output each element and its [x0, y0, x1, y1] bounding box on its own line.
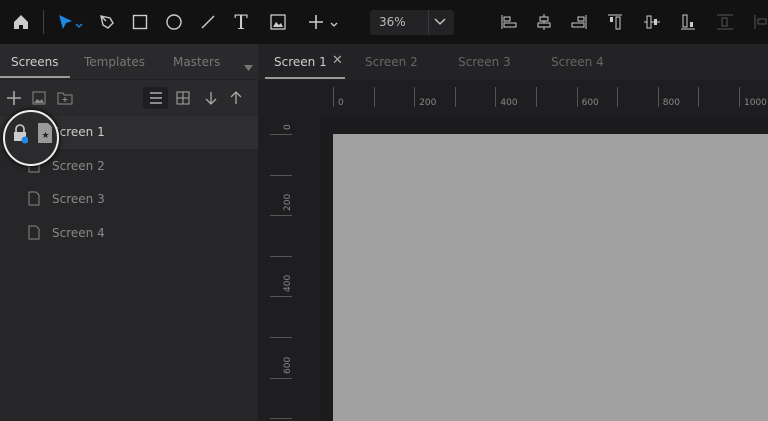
home-icon[interactable] — [9, 10, 33, 34]
align-bottom-icon[interactable] — [676, 10, 700, 34]
list-item-screen-4[interactable]: Screen 4 — [0, 217, 258, 250]
list-view-icon[interactable] — [143, 87, 168, 109]
ruler-tick — [617, 87, 619, 107]
chevron-down-icon — [434, 18, 446, 25]
ruler-tick — [495, 87, 497, 107]
align-right-icon[interactable] — [567, 10, 591, 34]
tab-templates[interactable]: Templates — [84, 55, 145, 69]
toolbar: T 36% — [0, 0, 768, 44]
artboard-screen-1[interactable] — [333, 134, 768, 421]
doc-tab-screen-3[interactable]: Screen 3 — [458, 55, 511, 69]
ruler-tick — [414, 87, 416, 107]
align-top-icon[interactable] — [603, 10, 627, 34]
text-icon[interactable]: T — [229, 10, 253, 34]
ellipse-icon[interactable] — [162, 10, 186, 34]
ruler-label: 200 — [419, 98, 437, 108]
ruler-tick — [333, 87, 334, 107]
horizontal-ruler: 0 200 400 600 800 1000 — [320, 80, 768, 115]
rectangle-icon[interactable] — [128, 10, 152, 34]
file-icon — [28, 225, 40, 240]
ruler-label: 800 — [662, 98, 680, 108]
ruler-label: 1000 — [744, 98, 767, 108]
ruler-label: 400 — [283, 275, 293, 293]
arrow-up-icon[interactable] — [225, 87, 247, 109]
ruler-tick — [270, 255, 292, 257]
vertical-ruler: 0 200 400 600 — [258, 80, 320, 421]
sidebar-tabs: Screens Templates Masters — [0, 44, 258, 79]
doc-tab-screen-1[interactable]: Screen 1 — [274, 55, 327, 69]
svg-text:★: ★ — [42, 131, 50, 141]
grid-view-icon[interactable] — [172, 87, 194, 109]
ruler-label: 0 — [338, 98, 344, 108]
screen-actions — [0, 79, 258, 115]
ruler-tick — [739, 87, 740, 107]
pen-icon[interactable] — [95, 10, 119, 34]
ruler-tick — [576, 87, 578, 107]
document-tabs: Screen 1 ✕ Screen 2 Screen 3 Screen 4 — [258, 44, 768, 80]
image-icon[interactable] — [266, 10, 290, 34]
ruler-label: 600 — [581, 98, 599, 108]
file-icon — [28, 191, 40, 206]
ruler-label: 600 — [283, 356, 293, 374]
ruler-tick — [270, 174, 292, 176]
add-image-icon[interactable] — [28, 87, 50, 109]
ruler-tick — [373, 87, 375, 107]
ruler-tick — [454, 87, 456, 107]
sidebar: Screens Templates Masters Screen 1 Scree… — [0, 44, 258, 421]
add-screen-icon[interactable] — [3, 87, 25, 109]
divider — [43, 10, 44, 34]
ruler-tick — [270, 418, 292, 420]
align-middle-icon[interactable] — [640, 10, 664, 34]
ruler-tick — [270, 134, 292, 135]
ruler-tick — [536, 87, 537, 107]
ruler-tick — [270, 296, 292, 298]
ruler-label: 400 — [500, 98, 518, 108]
add-folder-icon[interactable] — [54, 87, 76, 109]
line-icon[interactable] — [196, 10, 220, 34]
tab-screens[interactable]: Screens — [11, 55, 59, 69]
master-screen-icon[interactable]: ★ — [38, 123, 52, 143]
ruler-tick — [270, 215, 292, 217]
close-icon[interactable]: ✕ — [332, 53, 343, 68]
ruler-label: 0 — [283, 124, 293, 130]
ruler-tick — [698, 87, 700, 107]
doc-tab-screen-2[interactable]: Screen 2 — [365, 55, 418, 69]
ruler-tick — [657, 87, 659, 107]
highlight-ring: ★ — [3, 110, 59, 166]
arrow-down-icon[interactable] — [200, 87, 222, 109]
zoom-value: 36% — [379, 15, 406, 29]
caret-down-icon[interactable] — [244, 65, 253, 71]
select-tool-icon[interactable] — [56, 10, 86, 34]
add-menu-icon[interactable] — [307, 10, 343, 34]
distribute-vertical-icon[interactable] — [713, 10, 737, 34]
ruler-label: 200 — [283, 194, 293, 212]
lock-icon[interactable] — [12, 124, 28, 144]
zoom-select[interactable]: 36% — [370, 10, 454, 35]
distribute-horizontal-icon[interactable] — [750, 10, 768, 34]
align-left-icon[interactable] — [497, 10, 521, 34]
list-item-screen-3[interactable]: Screen 3 — [0, 183, 258, 216]
align-center-horizontal-icon[interactable] — [532, 10, 556, 34]
doc-tab-screen-4[interactable]: Screen 4 — [551, 55, 604, 69]
ruler-tick — [270, 377, 292, 379]
tab-masters[interactable]: Masters — [173, 55, 220, 69]
ruler-tick — [270, 337, 292, 338]
